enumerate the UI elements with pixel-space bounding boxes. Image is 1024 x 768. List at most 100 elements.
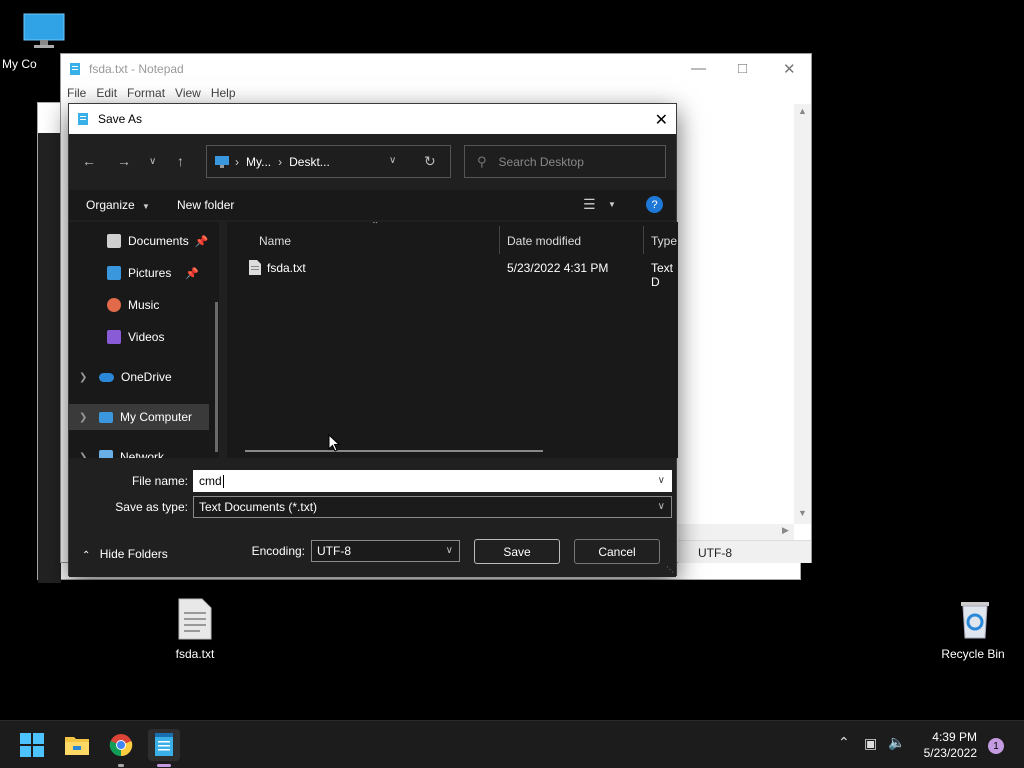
desktop: My Co fsda.txt - Notepad — □ ✕ File Edit… [0,0,1024,720]
menu-file[interactable]: File [67,86,86,100]
minimize-icon[interactable]: — [691,60,706,77]
file-name-input[interactable]: cmd ∨ [193,470,672,492]
view-options-icon[interactable]: ☰ [583,196,596,213]
save-as-type-value: Text Documents (*.txt) [199,500,318,514]
close-icon[interactable]: ✕ [655,110,668,130]
chevron-right-icon[interactable]: ❯ [79,372,87,383]
file-list-horizontal-scrollbar[interactable] [245,450,543,452]
notepad-horizontal-scrollbar[interactable]: ▶ [678,524,794,540]
organize-button[interactable]: Organize ▼ [86,198,150,212]
file-name-label: File name: [131,474,188,488]
refresh-icon[interactable]: ↻ [424,153,436,170]
hide-folders-button[interactable]: ⌃ Hide Folders [82,547,168,561]
column-separator[interactable] [643,226,644,254]
column-header-date-modified[interactable]: Date modified [507,226,642,256]
address-bar[interactable]: › My... › Deskt... ∨ ↻ [206,145,451,178]
network-icon[interactable]: ▣ [864,735,877,752]
menu-help[interactable]: Help [211,86,236,100]
clock-date: 5/23/2022 [923,746,977,760]
column-header-label: Name [259,234,292,248]
encoding-select[interactable]: UTF-8 ∨ [311,540,460,562]
chevron-right-icon[interactable]: ❯ [79,452,87,459]
notification-badge[interactable]: 1 [988,738,1004,754]
nav-item-label: Network [120,450,165,458]
address-dropdown-icon[interactable]: ∨ [389,155,396,166]
cancel-button[interactable]: Cancel [574,539,660,564]
chevron-down-icon[interactable]: ∨ [658,475,665,486]
breadcrumb-chevron-icon: › [235,154,239,169]
nav-item-my-computer[interactable]: ❯ My Computer [69,404,209,430]
search-input[interactable]: ⚲ Search Desktop [464,145,666,178]
music-icon [107,298,121,312]
desktop-icon-fsda-txt[interactable]: fsda.txt [160,598,230,661]
close-icon[interactable]: ✕ [783,60,796,78]
file-explorer-button[interactable] [61,729,93,761]
chevron-up-icon: ⌃ [82,550,91,561]
save-fields-area: File name: cmd ∨ Save as type: Text Docu… [69,460,676,577]
column-separator[interactable] [499,226,500,254]
menu-edit[interactable]: Edit [96,86,117,100]
start-button[interactable] [16,729,48,761]
monitor-icon [23,13,65,48]
scroll-right-icon[interactable]: ▶ [782,525,789,536]
nav-item-music[interactable]: Music [69,292,209,318]
file-row[interactable]: fsda.txt 5/23/2022 4:31 PM Text D [227,254,678,289]
save-as-type-select[interactable]: Text Documents (*.txt) ∨ [193,496,672,518]
chevron-down-icon: ∨ [445,545,453,556]
folder-icon [65,737,89,755]
text-file-icon [178,598,212,640]
nav-item-documents[interactable]: Documents 📌 [69,228,209,254]
chevron-down-icon[interactable]: ▼ [608,200,616,209]
nav-item-network[interactable]: ❯ Network [69,444,209,458]
notepad-title: fsda.txt - Notepad [89,62,184,76]
desktop-icon-label: Recycle Bin [941,647,1005,661]
hide-folders-label: Hide Folders [99,547,168,561]
notepad-vertical-scrollbar[interactable]: ▲ ▼ [794,104,811,524]
nav-item-onedrive[interactable]: ❯ OneDrive [69,364,209,390]
nav-pane-scrollbar[interactable] [215,302,218,452]
desktop-icon-recycle-bin[interactable]: Recycle Bin [940,598,1010,661]
breadcrumb-desktop[interactable]: Deskt... [289,155,330,169]
recent-locations-chevron-icon[interactable]: ∨ [149,156,156,167]
notepad-taskbar-button[interactable] [148,729,180,767]
scroll-down-icon[interactable]: ▼ [798,508,807,518]
notepad-statusbar: UTF-8 [678,540,811,563]
navigation-pane: Documents 📌 Pictures 📌 Music Videos ❯ On… [69,222,219,458]
resize-grip-icon[interactable]: ⋱ [666,565,674,574]
network-icon [99,450,113,458]
forward-arrow-icon[interactable]: → [117,153,131,169]
clock[interactable]: 4:39 PM 5/23/2022 [924,729,977,761]
command-bar: Organize ▼ New folder ☰ ▼ ? [69,190,676,220]
running-indicator [118,764,124,767]
windows-logo-icon [20,733,44,757]
clock-time: 4:39 PM [932,730,977,744]
organize-label: Organize [86,198,135,212]
nav-item-label: Pictures [128,266,172,280]
nav-item-pictures[interactable]: Pictures 📌 [69,260,209,286]
volume-icon[interactable]: 🔈 [888,734,905,751]
chevron-right-icon[interactable]: ❯ [79,412,87,423]
nav-item-videos[interactable]: Videos [69,324,209,350]
nav-item-label: Music [128,298,160,312]
new-folder-button[interactable]: New folder [177,198,234,212]
menu-format[interactable]: Format [127,86,165,100]
notepad-icon [155,733,173,756]
scroll-up-icon[interactable]: ▲ [798,106,807,116]
column-header-label: Type [651,234,678,248]
text-file-icon [249,260,261,275]
save-button[interactable]: Save [474,539,560,564]
help-icon[interactable]: ? [646,196,663,213]
status-encoding: UTF-8 [698,546,732,560]
up-arrow-icon[interactable]: ↑ [177,153,184,169]
nav-item-label: OneDrive [121,370,172,384]
show-hidden-icons-chevron-icon[interactable]: ⌃ [838,734,850,751]
breadcrumb-my-computer[interactable]: My... [246,155,271,169]
dialog-titlebar[interactable]: Save As ✕ [69,104,676,134]
back-arrow-icon[interactable]: ← [82,153,96,169]
maximize-icon[interactable]: □ [738,60,747,77]
menu-view[interactable]: View [175,86,201,100]
chrome-button[interactable] [105,729,137,767]
column-header-name[interactable]: Name [259,226,499,256]
column-header-type[interactable]: Type [651,226,678,256]
pictures-icon [107,266,121,280]
